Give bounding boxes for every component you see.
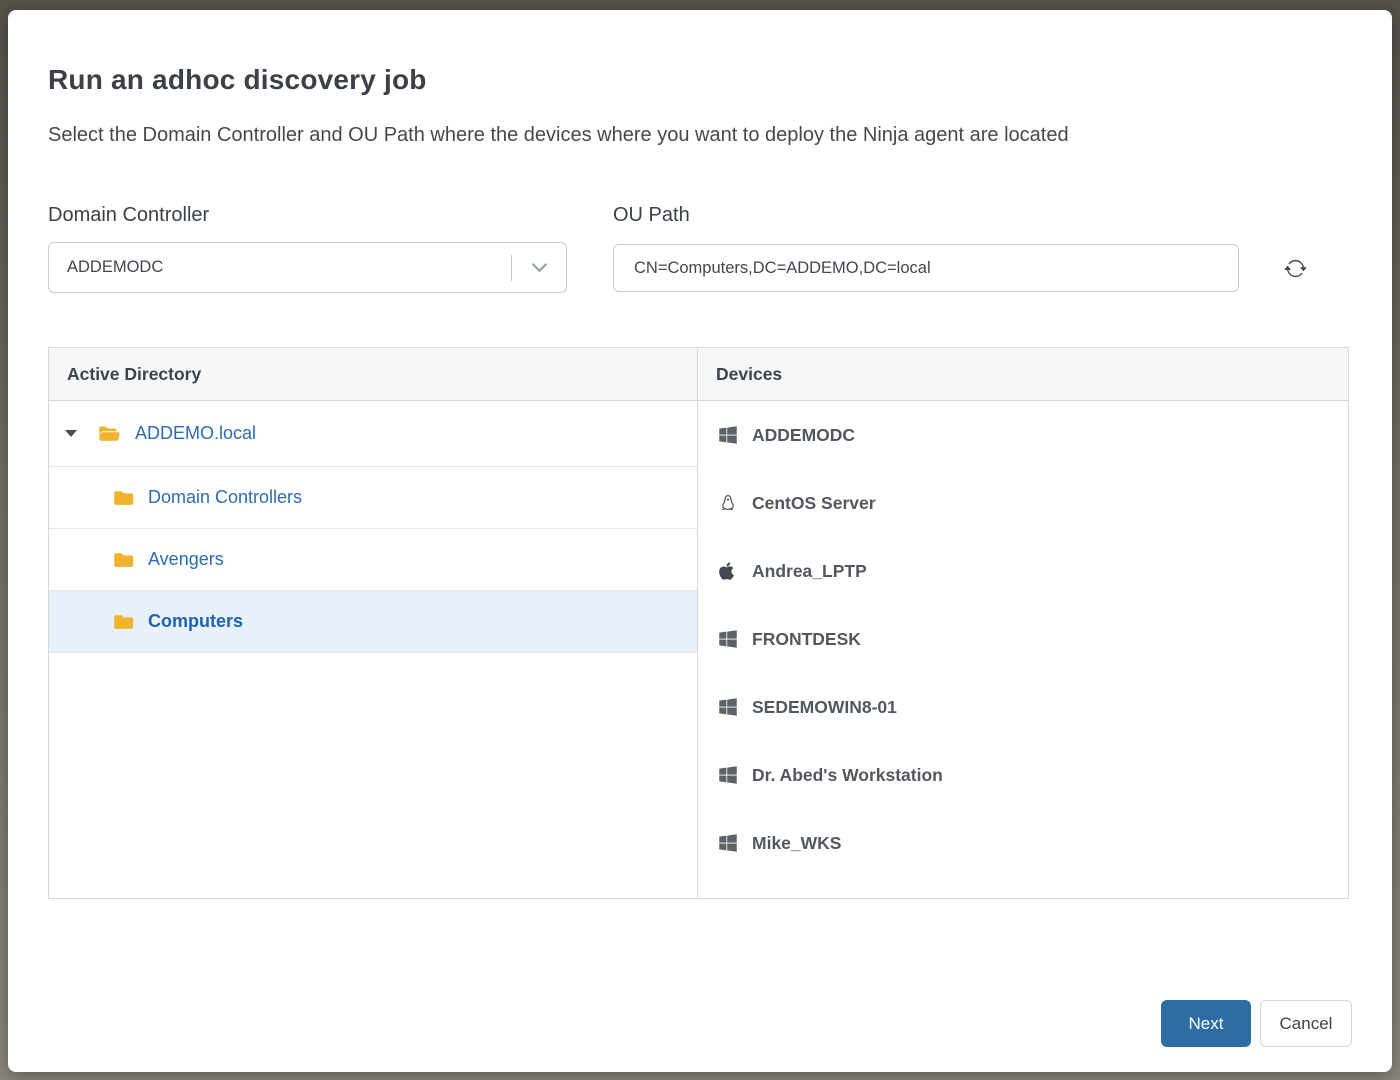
- device-row-mike-wks: Mike_WKS: [698, 809, 1348, 877]
- windows-icon: [718, 833, 742, 853]
- devices-list-body: ADDEMODC CentOS Server Andrea_LPTP FRONT…: [698, 401, 1348, 877]
- modal-subtitle: Select the Domain Controller and OU Path…: [48, 124, 1069, 147]
- windows-icon: [718, 765, 742, 785]
- caret-down-icon[interactable]: [65, 430, 77, 437]
- folder-closed-icon: [114, 552, 134, 568]
- device-row-addemodc: ADDEMODC: [698, 401, 1348, 469]
- domain-controller-value: ADDEMODC: [49, 258, 511, 277]
- device-name: ADDEMODC: [752, 425, 855, 446]
- active-directory-pane: Active Directory ADDEMO.local Domain Con…: [49, 348, 698, 898]
- tree-item-label: Computers: [148, 611, 243, 632]
- ad-tree-body: ADDEMO.local Domain Controllers Avengers…: [49, 401, 697, 653]
- device-row-frontdesk: FRONTDESK: [698, 605, 1348, 673]
- directory-devices-table: Active Directory ADDEMO.local Domain Con…: [48, 347, 1349, 899]
- folder-closed-icon: [114, 490, 134, 506]
- refresh-icon[interactable]: [1280, 253, 1310, 283]
- next-button[interactable]: Next: [1161, 1000, 1251, 1047]
- device-name: Mike_WKS: [752, 833, 841, 854]
- cancel-button[interactable]: Cancel: [1260, 1000, 1352, 1047]
- tree-item-computers[interactable]: Computers: [49, 591, 697, 653]
- windows-icon: [718, 425, 742, 445]
- windows-icon: [718, 629, 742, 649]
- device-name: FRONTDESK: [752, 629, 861, 650]
- linux-icon: [718, 493, 742, 514]
- tree-item-label: ADDEMO.local: [135, 423, 256, 444]
- devices-pane: Devices ADDEMODC CentOS Server Andrea_LP…: [698, 348, 1348, 898]
- active-directory-header: Active Directory: [49, 348, 697, 401]
- device-row-andrea-lptp: Andrea_LPTP: [698, 537, 1348, 605]
- device-name: Andrea_LPTP: [752, 561, 867, 582]
- tree-item-label: Avengers: [148, 549, 224, 570]
- modal-title: Run an adhoc discovery job: [48, 64, 427, 96]
- device-row-centos-server: CentOS Server: [698, 469, 1348, 537]
- ou-path-input[interactable]: [613, 244, 1239, 292]
- apple-icon: [718, 561, 742, 581]
- adhoc-discovery-modal: Run an adhoc discovery job Select the Do…: [8, 10, 1392, 1072]
- domain-controller-select[interactable]: ADDEMODC: [48, 242, 567, 293]
- device-row-sedemowin8-01: SEDEMOWIN8-01: [698, 673, 1348, 741]
- folder-open-icon: [98, 425, 121, 442]
- device-row-dr-abed-s-workstation: Dr. Abed's Workstation: [698, 741, 1348, 809]
- chevron-down-icon[interactable]: [512, 263, 566, 273]
- tree-item-addemo-local[interactable]: ADDEMO.local: [49, 401, 697, 467]
- domain-controller-label: Domain Controller: [48, 204, 209, 227]
- folder-closed-icon: [114, 614, 134, 630]
- devices-header: Devices: [698, 348, 1348, 401]
- windows-icon: [718, 697, 742, 717]
- modal-footer: Next Cancel: [1161, 1000, 1352, 1047]
- device-name: CentOS Server: [752, 493, 876, 514]
- tree-item-domain-controllers[interactable]: Domain Controllers: [49, 467, 697, 529]
- tree-item-avengers[interactable]: Avengers: [49, 529, 697, 591]
- tree-item-label: Domain Controllers: [148, 487, 302, 508]
- page-background: { "modal": { "title": "Run an adhoc disc…: [0, 0, 1400, 1080]
- ou-path-label: OU Path: [613, 204, 690, 227]
- device-name: SEDEMOWIN8-01: [752, 697, 897, 718]
- device-name: Dr. Abed's Workstation: [752, 765, 943, 786]
